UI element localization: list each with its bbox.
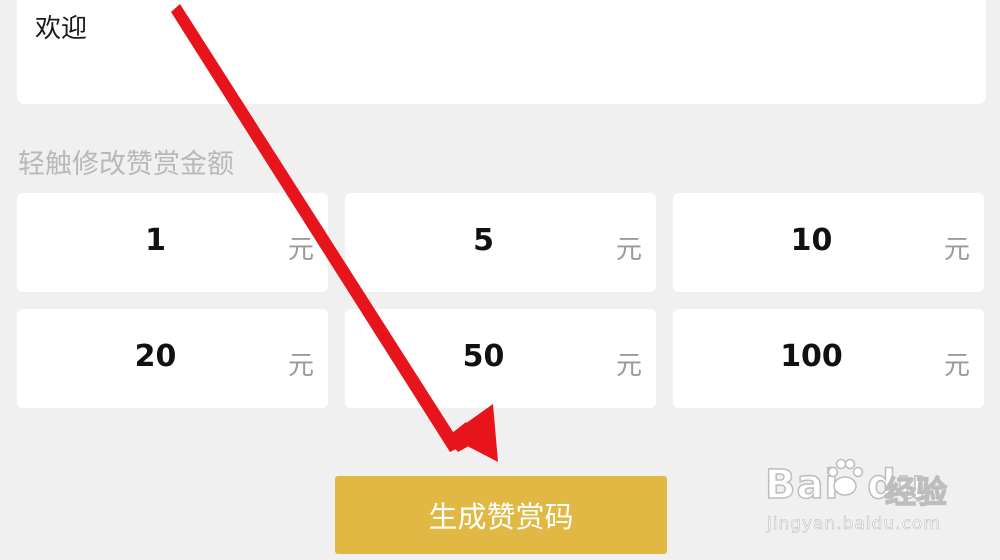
amount-option-20[interactable]: 20 元 <box>17 309 328 408</box>
amount-unit: 元 <box>287 235 314 265</box>
amount-unit: 元 <box>615 235 642 265</box>
amount-option-1[interactable]: 1 元 <box>17 193 328 292</box>
amount-option-5[interactable]: 5 元 <box>345 193 656 292</box>
amount-unit: 元 <box>287 351 314 381</box>
amount-option-100[interactable]: 100 元 <box>673 309 984 408</box>
amount-value: 5 <box>473 223 494 258</box>
amount-option-10[interactable]: 10 元 <box>673 193 984 292</box>
amount-value: 1 <box>145 223 166 258</box>
amount-unit: 元 <box>943 235 970 265</box>
arrow-head <box>448 404 498 462</box>
message-text: 欢迎 <box>35 14 88 44</box>
amount-value: 100 <box>780 339 843 374</box>
watermark-url: jingyan.baidu.com <box>767 514 941 535</box>
message-input-box[interactable]: 欢迎 <box>17 0 986 104</box>
amount-option-50[interactable]: 50 元 <box>345 309 656 408</box>
arrow-head-joint <box>446 422 476 452</box>
amount-grid: 1 元 5 元 10 元 20 元 50 元 100 元 <box>17 193 985 409</box>
baidu-jingyan-watermark: Bai du 经验 jingyan.baidu.com <box>764 452 995 542</box>
amount-unit: 元 <box>615 351 642 381</box>
amount-unit: 元 <box>943 351 970 381</box>
paw-icon <box>827 458 864 496</box>
amount-value: 20 <box>134 339 177 374</box>
watermark-brand-cn: 经验 <box>884 474 947 511</box>
amount-value: 10 <box>790 223 833 258</box>
generate-reward-code-button[interactable]: 生成赞赏码 <box>335 476 667 554</box>
amount-section-label: 轻触修改赞赏金额 <box>18 149 234 180</box>
amount-value: 50 <box>462 339 505 374</box>
